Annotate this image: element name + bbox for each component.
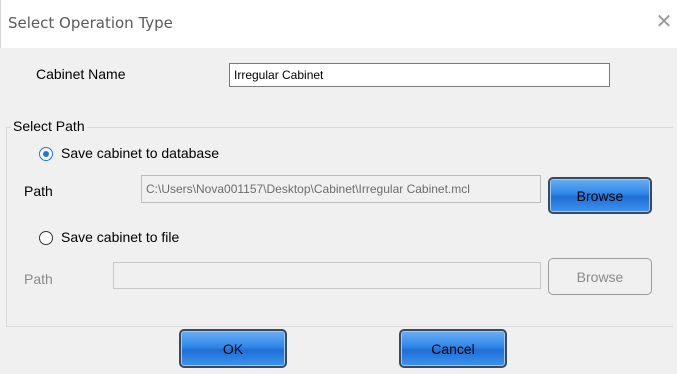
cabinet-name-label: Cabinet Name <box>36 66 126 82</box>
save-to-database-radio[interactable] <box>39 147 53 161</box>
title-bar: Select Operation Type ✕ <box>0 0 677 48</box>
select-path-legend: Select Path <box>11 118 87 134</box>
file-browse-button[interactable]: Browse <box>548 258 652 295</box>
file-path-label: Path <box>24 271 53 287</box>
dialog-body: Cabinet Name Select Path Save cabinet to… <box>0 48 677 374</box>
database-browse-button[interactable]: Browse <box>548 177 652 214</box>
database-path-field[interactable] <box>141 175 541 203</box>
close-icon[interactable]: ✕ <box>654 10 674 32</box>
cabinet-name-input[interactable] <box>229 63 610 87</box>
save-to-file-label[interactable]: Save cabinet to file <box>61 229 179 245</box>
file-path-field[interactable] <box>113 262 541 289</box>
save-to-file-radio[interactable] <box>39 231 53 245</box>
save-to-database-label[interactable]: Save cabinet to database <box>61 145 219 161</box>
ok-button[interactable]: OK <box>179 329 287 368</box>
dialog-title: Select Operation Type <box>8 14 173 32</box>
database-path-label: Path <box>24 183 53 199</box>
select-operation-dialog: Select Operation Type ✕ Cabinet Name Sel… <box>0 0 677 374</box>
cancel-button[interactable]: Cancel <box>399 329 507 368</box>
